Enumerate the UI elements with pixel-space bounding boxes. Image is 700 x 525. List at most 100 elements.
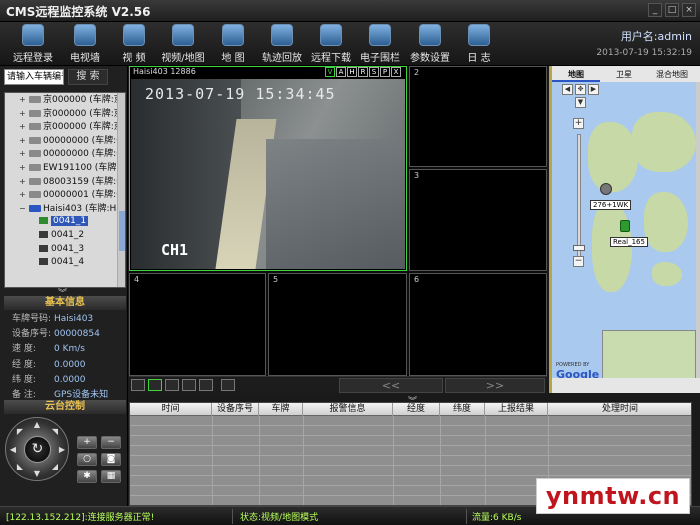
column-header[interactable]: 车牌 xyxy=(259,403,303,416)
tab-map[interactable]: 地图 xyxy=(552,68,600,82)
tree-channel-item[interactable]: 0041_4 xyxy=(5,256,125,270)
map-view[interactable]: ◀ ✥ ▶ ▼ + − 276+1WK Real_165 POWERED BY … xyxy=(552,82,696,378)
toolbar-geofence-button[interactable]: 电子围栏 xyxy=(355,24,405,64)
video-cell-6[interactable]: 6 xyxy=(409,273,547,376)
arrow-down-left-icon[interactable]: ◣ xyxy=(15,462,25,472)
toolbar-remote-login-button[interactable]: 远程登录 xyxy=(8,24,58,64)
layout-4-button[interactable] xyxy=(131,379,145,391)
expand-icon[interactable]: + xyxy=(19,188,27,202)
wiper-button[interactable]: ▦ xyxy=(101,470,121,483)
pan-right-icon[interactable]: ▶ xyxy=(588,84,599,95)
column-header[interactable]: 处理时间 xyxy=(548,403,691,416)
toolbar-video-button[interactable]: 视 频 xyxy=(109,24,159,64)
light-button[interactable]: ✱ xyxy=(77,470,97,483)
column-header[interactable]: 设备序号 xyxy=(212,403,259,416)
iris-button[interactable]: ◙ xyxy=(101,453,121,466)
expand-icon[interactable]: + xyxy=(19,107,27,121)
tree-item[interactable]: +00000000 (车牌:00 xyxy=(5,134,125,148)
table-row[interactable] xyxy=(130,426,691,436)
map-zoom-out-button[interactable]: − xyxy=(573,256,584,267)
column-header[interactable]: 上报结果 xyxy=(485,403,548,416)
layout-9-button[interactable] xyxy=(182,379,196,391)
arrow-down-right-icon[interactable]: ◢ xyxy=(50,462,60,472)
focus-button[interactable]: ○ xyxy=(77,453,97,466)
column-header[interactable]: 纬度 xyxy=(440,403,485,416)
tree-item[interactable]: + 京000000 (车牌:京 xyxy=(5,93,125,107)
video-cell-3[interactable]: 3 xyxy=(409,169,547,271)
table-row[interactable] xyxy=(130,456,691,466)
table-row[interactable] xyxy=(130,416,691,426)
pan-center-icon[interactable]: ✥ xyxy=(575,84,586,95)
expand-icon[interactable]: + xyxy=(19,161,27,175)
map-zoom-thumb[interactable] xyxy=(573,245,585,251)
tree-item-open[interactable]: − Haisi403 (车牌:Ha xyxy=(5,202,125,216)
expand-icon[interactable]: + xyxy=(19,120,27,134)
camera-audio-button[interactable]: A xyxy=(336,67,346,77)
collapse-icon[interactable]: − xyxy=(19,202,27,216)
table-row[interactable] xyxy=(130,436,691,446)
layout-8-button[interactable] xyxy=(165,379,179,391)
toolbar-map-button[interactable]: 地 图 xyxy=(208,24,258,64)
layout-16-button[interactable] xyxy=(199,379,213,391)
tab-hybrid[interactable]: 混合地图 xyxy=(648,68,696,82)
tree-channel-item[interactable]: 0041_1 xyxy=(5,215,125,229)
expand-icon[interactable]: + xyxy=(19,147,27,161)
pan-left-icon[interactable]: ◀ xyxy=(562,84,573,95)
camera-record-button[interactable]: R xyxy=(358,67,368,77)
table-row[interactable] xyxy=(130,466,691,476)
search-input[interactable]: 请输入车辆编号 xyxy=(4,69,64,85)
tab-satellite[interactable]: 卫星 xyxy=(600,68,648,82)
zoom-out-button[interactable]: − xyxy=(101,436,121,449)
tree-item[interactable]: + 京000000 (车牌:京 xyxy=(5,107,125,121)
camera-close-button[interactable]: X xyxy=(391,67,401,77)
zoom-in-button[interactable]: + xyxy=(77,436,97,449)
arrow-up-left-icon[interactable]: ◤ xyxy=(15,427,25,437)
toolbar-track-playback-button[interactable]: 轨迹回放 xyxy=(257,24,307,64)
arrow-down-icon[interactable]: ▼ xyxy=(32,469,42,479)
search-button[interactable]: 搜 索 xyxy=(68,69,108,85)
video-cell-5[interactable]: 5 xyxy=(268,273,407,376)
map-overview[interactable] xyxy=(602,330,696,378)
ptz-direction-ring[interactable]: ▲ ▼ ◀ ▶ ◤ ◥ ◣ ◢ ↻ xyxy=(5,417,69,481)
arrow-up-icon[interactable]: ▲ xyxy=(32,420,42,430)
vehicle-marker-icon[interactable] xyxy=(620,220,630,232)
pan-down-icon[interactable]: ▼ xyxy=(575,97,586,108)
prev-page-button[interactable]: << xyxy=(339,378,443,393)
camera-video-button[interactable]: V xyxy=(325,67,335,77)
ptz-auto-icon[interactable]: ↻ xyxy=(24,436,51,463)
fullscreen-button[interactable] xyxy=(221,379,235,391)
tree-scrollbar[interactable] xyxy=(117,93,125,287)
map-zoom-in-button[interactable]: + xyxy=(573,118,584,129)
toolbar-log-button[interactable]: 日 志 xyxy=(454,24,504,64)
camera-ptz-button[interactable]: P xyxy=(380,67,390,77)
column-header[interactable]: 时间 xyxy=(130,403,212,416)
tree-item[interactable]: +00000001 (车牌:00 xyxy=(5,188,125,202)
video-cell-1[interactable]: Haisi403 12886 V A H R S P X 2013-07-19 … xyxy=(129,66,407,271)
scrollbar-thumb[interactable] xyxy=(119,211,125,251)
next-page-button[interactable]: >> xyxy=(445,378,545,393)
close-button[interactable]: × xyxy=(682,3,696,17)
arrow-up-right-icon[interactable]: ◥ xyxy=(50,427,60,437)
map-scrollbar[interactable] xyxy=(696,82,700,378)
layout-6-button[interactable] xyxy=(148,379,162,391)
tree-channel-item[interactable]: 0041_3 xyxy=(5,243,125,257)
minimize-button[interactable]: _ xyxy=(648,3,662,17)
column-header[interactable]: 经度 xyxy=(393,403,440,416)
toolbar-remote-download-button[interactable]: 远程下载 xyxy=(306,24,356,64)
location-pin-icon[interactable] xyxy=(600,183,612,195)
toolbar-settings-button[interactable]: 参数设置 xyxy=(405,24,455,64)
toolbar-tv-wall-button[interactable]: 电视墙 xyxy=(60,24,110,64)
column-header[interactable]: 报警信息 xyxy=(303,403,393,416)
maximize-button[interactable]: □ xyxy=(665,3,679,17)
map-zoom-slider[interactable] xyxy=(577,134,581,262)
video-cell-4[interactable]: 4 xyxy=(129,273,266,376)
tree-channel-item[interactable]: 0041_2 xyxy=(5,229,125,243)
tree-item[interactable]: +08003159 (车牌:08 xyxy=(5,175,125,189)
expand-icon[interactable]: + xyxy=(19,93,27,107)
table-row[interactable] xyxy=(130,446,691,456)
arrow-left-icon[interactable]: ◀ xyxy=(8,445,18,455)
camera-h-button[interactable]: H xyxy=(347,67,357,77)
tree-item[interactable]: + EW191100 (车牌:EW xyxy=(5,161,125,175)
tree-item[interactable]: +00000000 (车牌:00 xyxy=(5,147,125,161)
video-cell-2[interactable]: 2 xyxy=(409,66,547,167)
